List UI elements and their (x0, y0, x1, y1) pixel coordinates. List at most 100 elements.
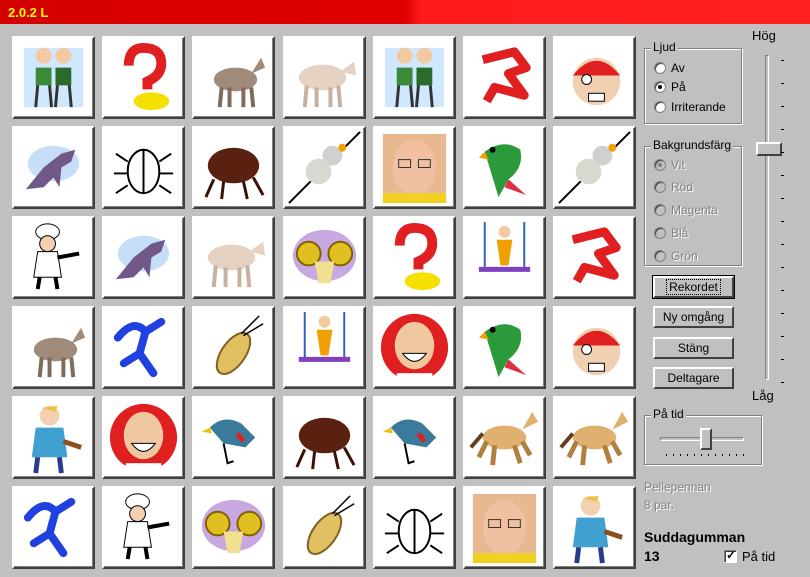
flea-picture (204, 147, 265, 200)
timer-tick (722, 454, 723, 456)
card-cow[interactable] (192, 216, 275, 299)
card-cow[interactable] (283, 36, 366, 119)
volume-tick (781, 290, 784, 291)
timed-checkbox-label: På tid (742, 549, 776, 564)
bg-red-radio[interactable] (654, 181, 666, 193)
volume-tick (781, 244, 784, 245)
card-flea[interactable] (192, 126, 275, 209)
sound-option-irritating[interactable]: Irriterande (654, 100, 726, 114)
card-dinosaur[interactable] (12, 126, 95, 209)
bg-option-green[interactable]: Grön (654, 249, 698, 263)
volume-slider-track[interactable] (765, 55, 769, 380)
card-ram[interactable] (283, 216, 366, 299)
card-pirate[interactable] (553, 306, 636, 389)
beetle-picture (113, 148, 174, 195)
card-donkey[interactable] (192, 36, 275, 119)
card-question[interactable] (102, 36, 185, 119)
volume-slider-thumb[interactable] (756, 142, 782, 156)
card-snowman[interactable] (553, 126, 636, 209)
card-cockroach[interactable] (192, 306, 275, 389)
sound-option-off[interactable]: Av (654, 61, 685, 75)
card-trapeze[interactable] (283, 306, 366, 389)
boys-picture (23, 47, 84, 108)
volume-tick (781, 313, 784, 314)
sound-group-label: Ljud (651, 40, 678, 54)
card-face[interactable] (373, 126, 456, 209)
card-question[interactable] (373, 216, 456, 299)
bg-blue-radio[interactable] (654, 227, 666, 239)
bg-option-red[interactable]: Röd (654, 180, 693, 194)
card-red-runner[interactable] (553, 216, 636, 299)
card-chef[interactable] (12, 216, 95, 299)
volume-tick (781, 152, 784, 153)
laughing-man-picture (109, 403, 178, 476)
card-chef[interactable] (102, 486, 185, 569)
card-finch[interactable] (192, 396, 275, 479)
card-blue-runner[interactable] (102, 306, 185, 389)
bg-option-magenta[interactable]: Magenta (654, 203, 718, 217)
bg-option-blue[interactable]: Blå (654, 226, 688, 240)
card-donkey[interactable] (12, 306, 95, 389)
card-red-runner[interactable] (463, 36, 546, 119)
card-trapeze[interactable] (463, 216, 546, 299)
records-button[interactable]: Rekordet (652, 275, 735, 299)
volume-tick (781, 129, 784, 130)
card-beetle[interactable] (373, 486, 456, 569)
card-horse[interactable] (553, 396, 636, 479)
card-boys[interactable] (12, 36, 95, 119)
card-carpenter[interactable] (12, 396, 95, 479)
sound-irritating-radio[interactable] (654, 101, 666, 113)
cow-picture (207, 241, 266, 288)
timed-checkbox[interactable] (724, 548, 737, 563)
bg-magenta-radio[interactable] (654, 204, 666, 216)
card-snowman[interactable] (283, 126, 366, 209)
volume-tick (781, 359, 784, 360)
face-picture (472, 493, 537, 564)
card-laughing-man[interactable] (373, 306, 456, 389)
close-button-label: Stäng (677, 341, 710, 355)
card-horse[interactable] (463, 396, 546, 479)
bg-white-radio[interactable] (654, 159, 666, 171)
close-button[interactable]: Stäng (653, 337, 734, 359)
timer-tick (729, 454, 730, 456)
card-parrot[interactable] (463, 126, 546, 209)
timer-tick (743, 454, 744, 456)
sound-on-label: På (671, 80, 686, 94)
donkey-picture (213, 57, 266, 108)
card-cockroach[interactable] (283, 486, 366, 569)
volume-tick (781, 60, 784, 61)
bg-magenta-label: Magenta (671, 203, 718, 217)
pirate-picture (572, 327, 621, 376)
carpenter-picture (572, 495, 623, 564)
card-beetle[interactable] (102, 126, 185, 209)
card-flea[interactable] (283, 396, 366, 479)
card-parrot[interactable] (463, 306, 546, 389)
timer-tick (673, 454, 674, 456)
sound-option-on[interactable]: På (654, 80, 686, 94)
volume-tick (781, 267, 784, 268)
card-dinosaur[interactable] (102, 216, 185, 299)
card-laughing-man[interactable] (102, 396, 185, 479)
players-button[interactable]: Deltagare (653, 367, 734, 389)
sound-off-radio[interactable] (654, 62, 666, 74)
card-pirate[interactable] (553, 36, 636, 119)
card-blue-runner[interactable] (12, 486, 95, 569)
card-face[interactable] (463, 486, 546, 569)
bg-option-white[interactable]: Vit (654, 158, 685, 172)
card-boys[interactable] (373, 36, 456, 119)
card-ram[interactable] (192, 486, 275, 569)
timer-tick (736, 454, 737, 456)
sound-on-radio[interactable] (654, 81, 666, 93)
bg-green-radio[interactable] (654, 250, 666, 262)
finch-picture (382, 419, 437, 465)
player-score: 13 (644, 548, 660, 564)
timer-slider-thumb[interactable] (700, 428, 712, 450)
horse-picture (559, 411, 629, 466)
donkey-picture (33, 327, 86, 378)
card-carpenter[interactable] (553, 486, 636, 569)
finch-picture (201, 419, 256, 465)
new-round-button[interactable]: Ny omgång (653, 306, 734, 328)
card-finch[interactable] (373, 396, 456, 479)
dinosaur-picture (25, 145, 80, 190)
snowman-picture (288, 131, 361, 204)
